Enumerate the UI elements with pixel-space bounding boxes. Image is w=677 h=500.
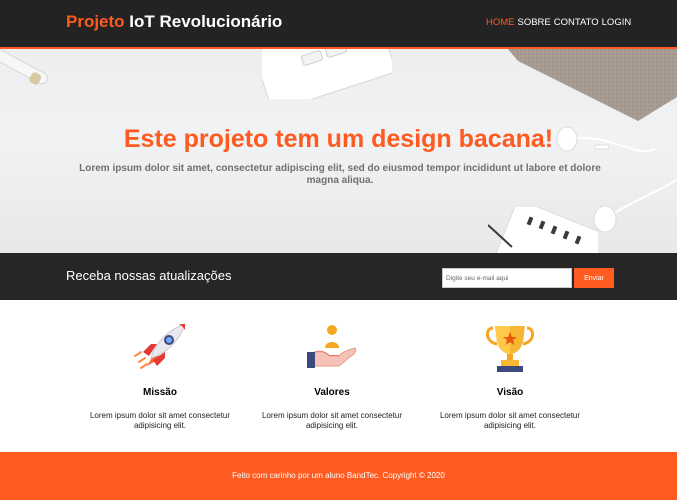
footer-text: Feito com carinho por um aluno BandTec. … (232, 471, 445, 480)
feature-title: Valores (314, 387, 350, 398)
send-button[interactable]: Enviar (574, 268, 614, 288)
feature-text: Lorem ipsum dolor sit amet consectetur a… (261, 411, 403, 430)
hero-description: Lorem ipsum dolor sit amet, consectetur … (79, 163, 601, 186)
hero-title: Este projeto tem um design bacana! (123, 125, 554, 153)
newsletter-title: Receba nossas atualizações (66, 268, 232, 283)
feature-title: Visão (496, 387, 524, 398)
site-footer: Feito com carinho por um aluno BandTec. … (0, 452, 677, 500)
feature-visao: Visão Lorem ipsum dolor sit amet consect… (430, 322, 590, 431)
nav-login[interactable]: LOGIN (602, 17, 632, 28)
trophy-icon (486, 326, 534, 372)
notebook-decoration (508, 49, 677, 121)
pen-decoration (0, 49, 49, 85)
brand-rest: IoT Revolucionário (124, 12, 283, 31)
nav-contato[interactable]: CONTATO (554, 17, 599, 28)
main-nav: HOME SOBRE CONTATO LOGIN (486, 17, 631, 28)
feature-text: Lorem ipsum dolor sit amet consectetur a… (439, 411, 581, 430)
nav-sobre[interactable]: SOBRE (518, 17, 551, 28)
email-input[interactable] (442, 268, 572, 288)
feature-title: Missão (143, 387, 177, 398)
brand-accent: Projeto (66, 12, 125, 31)
feature-text: Lorem ipsum dolor sit amet consectetur a… (89, 411, 231, 430)
site-header: Projeto IoT Revolucionário HOME SOBRE CO… (0, 0, 677, 49)
feature-missao: Missão Lorem ipsum dolor sit amet consec… (80, 322, 240, 431)
rocket-icon (134, 323, 186, 369)
hero-banner: Este projeto tem um design bacana! Lorem… (0, 49, 677, 253)
hand-person-icon (307, 325, 357, 368)
newsletter-bar: Receba nossas atualizações Enviar (0, 253, 677, 300)
brand-logo[interactable]: Projeto IoT Revolucionário (66, 12, 282, 32)
spiral-notepad-decoration (488, 207, 598, 253)
nav-home[interactable]: HOME (486, 17, 515, 28)
feature-valores: Valores Lorem ipsum dolor sit amet conse… (252, 322, 412, 431)
keyboard-decoration (262, 49, 392, 99)
